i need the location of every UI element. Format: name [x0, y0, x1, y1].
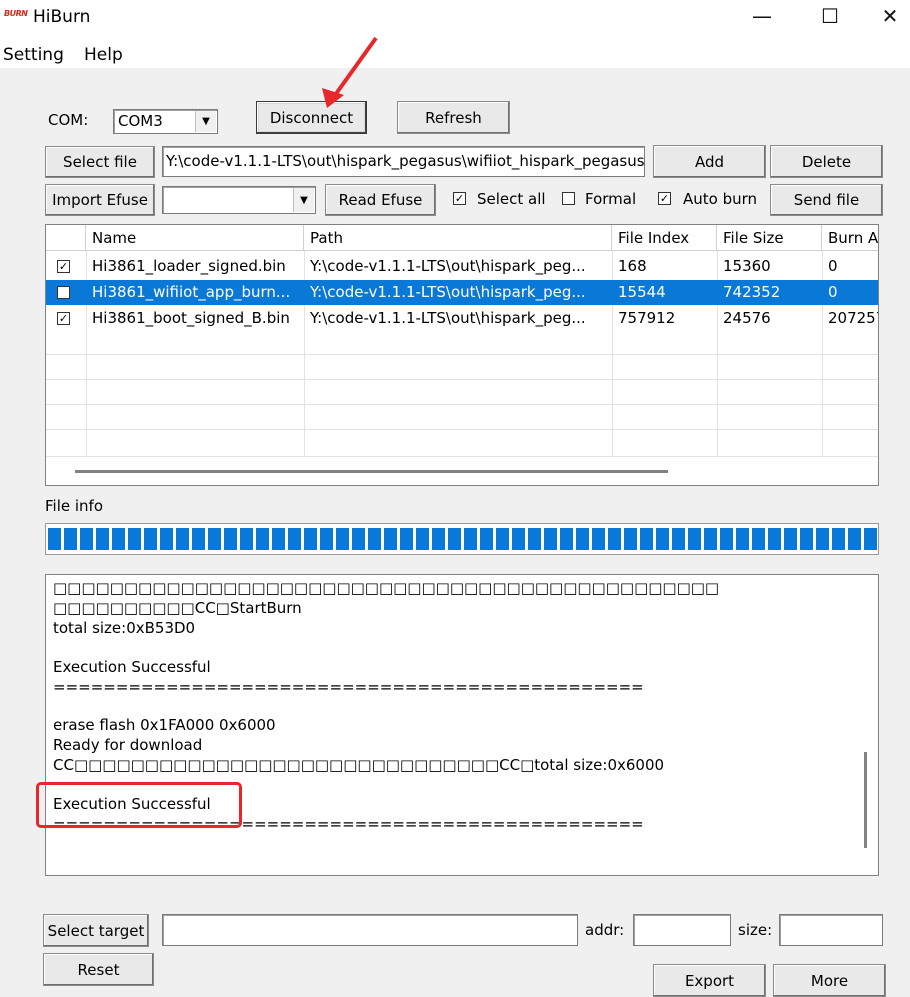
- annotation-arrow-line: [331, 36, 378, 100]
- annotation-overlay: [322, 36, 378, 108]
- annotation-highlight-box: [36, 782, 242, 828]
- annotation-arrow-head: [322, 88, 344, 108]
